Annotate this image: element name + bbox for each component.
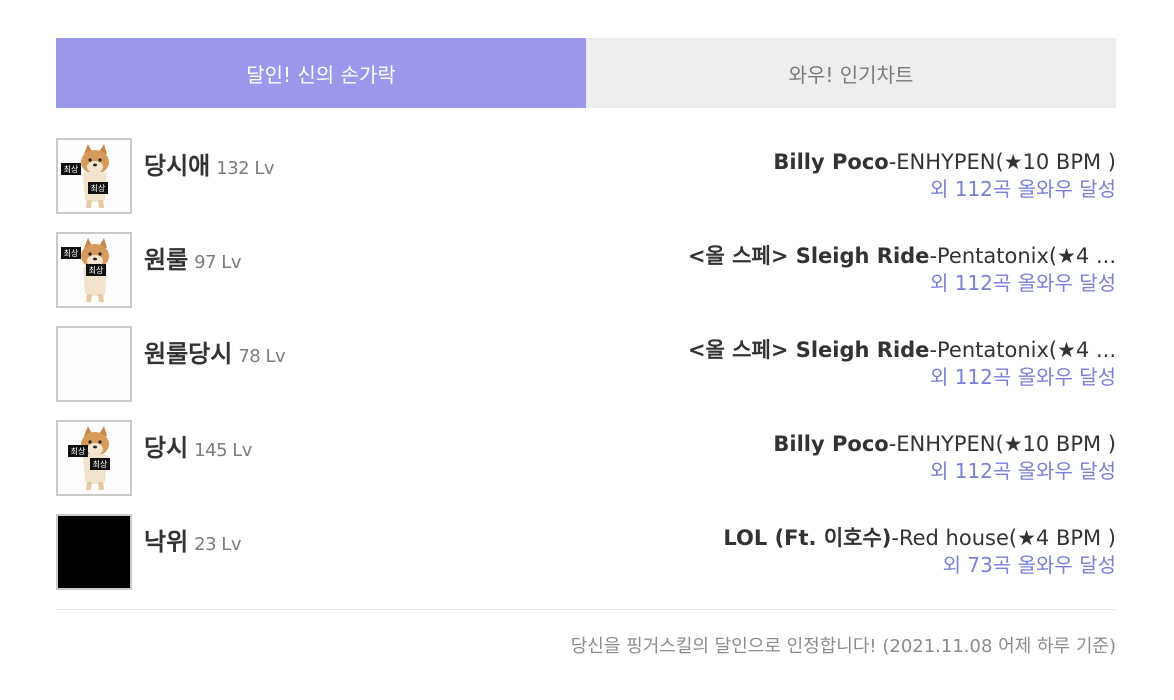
song-artist: -Red house(★4 BPM ) (891, 526, 1116, 550)
avatar: 최상 최상 (56, 420, 132, 496)
song-title: LOL (Ft. 이호수) (723, 526, 892, 550)
user-level: 145 Lv (194, 440, 252, 461)
dog-sticker-icon: 최상 최상 (61, 144, 109, 208)
svg-text:최상: 최상 (93, 459, 108, 469)
svg-text:최상: 최상 (64, 248, 79, 258)
user-name: 원룰당시 (144, 340, 233, 368)
user-level: 97 Lv (194, 252, 241, 273)
user-name: 낙위 (144, 528, 189, 556)
dog-sticker-icon: 최상 최상 (61, 238, 109, 302)
user-name: 당시애 (144, 152, 211, 180)
user-name: 당시 (144, 434, 189, 462)
song-title: Billy Poco (773, 432, 889, 456)
song-title: <올 스페> Sleigh Ride (687, 244, 930, 268)
avatar: 최상 최상 (56, 232, 132, 308)
list-item[interactable]: 최상 최상 원룰 97 Lv <올 스페> Sleigh Ride-Pentat… (56, 232, 1116, 326)
svg-text:최상: 최상 (89, 265, 104, 275)
song-artist: -ENHYPEN(★10 BPM ) (888, 432, 1116, 456)
footer-note: 당신을 핑거스킬의 달인으로 인정합니다! (2021.11.08 어제 하루 … (570, 636, 1116, 657)
list-item[interactable]: 최상 최상 당시 145 Lv Billy Poco-ENHYPEN(★10 B… (56, 420, 1116, 514)
avatar (56, 326, 132, 402)
ranking-panel: 달인! 신의 손가락 와우! 인기차트 최상 최상 당시애 132 Lv Bil… (56, 38, 1116, 658)
more-songs-link[interactable]: 외 112곡 올와우 달성 (773, 176, 1116, 202)
more-songs-link[interactable]: 외 73곡 올와우 달성 (723, 552, 1116, 578)
more-songs-link[interactable]: 외 112곡 올와우 달성 (688, 270, 1116, 296)
song-title: Billy Poco (773, 150, 889, 174)
more-songs-link[interactable]: 외 112곡 올와우 달성 (688, 364, 1116, 390)
song-info: Billy Poco-ENHYPEN(★10 BPM ) (773, 430, 1116, 458)
avatar (56, 514, 132, 590)
svg-text:최상: 최상 (64, 164, 79, 174)
divider (56, 609, 1116, 610)
song-info: <올 스페> Sleigh Ride-Pentatonix(★4 ... (688, 336, 1116, 364)
user-level: 78 Lv (238, 346, 286, 367)
dog-sticker-icon: 최상 최상 (68, 426, 110, 490)
tab-bar: 달인! 신의 손가락 와우! 인기차트 (56, 38, 1116, 108)
user-level: 132 Lv (216, 158, 275, 179)
user-name: 원룰 (144, 246, 189, 274)
song-title: <올 스페> Sleigh Ride (687, 338, 930, 362)
more-songs-link[interactable]: 외 112곡 올와우 달성 (773, 458, 1116, 484)
tab-popular-chart[interactable]: 와우! 인기차트 (586, 38, 1116, 108)
avatar: 최상 최상 (56, 138, 132, 214)
list-item[interactable]: 낙위 23 Lv LOL (Ft. 이호수)-Red house(★4 BPM … (56, 514, 1116, 608)
song-info: LOL (Ft. 이호수)-Red house(★4 BPM ) (723, 524, 1116, 552)
tab-master[interactable]: 달인! 신의 손가락 (56, 38, 586, 108)
list-item[interactable]: 원룰당시 78 Lv <올 스페> Sleigh Ride-Pentatonix… (56, 326, 1116, 420)
svg-text:최상: 최상 (91, 183, 106, 193)
svg-text:최상: 최상 (71, 446, 86, 456)
ranking-list: 최상 최상 당시애 132 Lv Billy Poco-ENHYPEN(★10 … (56, 138, 1116, 608)
song-artist: -ENHYPEN(★10 BPM ) (888, 150, 1116, 174)
song-artist: -Pentatonix(★4 ... (929, 244, 1116, 268)
song-artist: -Pentatonix(★4 ... (929, 338, 1116, 362)
list-item[interactable]: 최상 최상 당시애 132 Lv Billy Poco-ENHYPEN(★10 … (56, 138, 1116, 232)
song-info: <올 스페> Sleigh Ride-Pentatonix(★4 ... (688, 242, 1116, 270)
user-level: 23 Lv (194, 534, 241, 555)
song-info: Billy Poco-ENHYPEN(★10 BPM ) (773, 148, 1116, 176)
